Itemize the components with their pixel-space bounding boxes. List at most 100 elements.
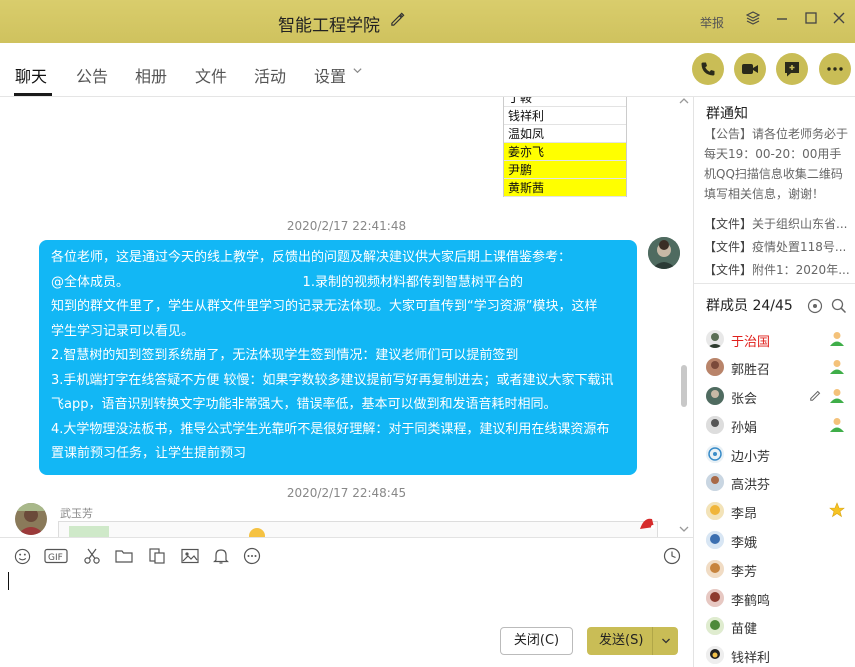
send-options-chevron-icon[interactable]: [652, 627, 678, 655]
member-name: 李芳: [731, 565, 758, 580]
tab-album[interactable]: 相册: [135, 63, 167, 87]
tab-announcements[interactable]: 公告: [76, 63, 108, 87]
spreadsheet-image[interactable]: 丁鞍 钱祥利 温如凤 姜亦飞 尹鹏 黄斯茜: [503, 97, 627, 197]
file-name: 附件1：2020年...: [752, 263, 850, 277]
report-link[interactable]: 举报: [700, 14, 724, 31]
file-tag: 【文件】: [704, 263, 753, 277]
message-line: @全体成员。 1.录制的视频材料都传到智慧树平台的: [51, 274, 523, 290]
admin-icon: [829, 387, 845, 403]
message-timestamp: 2020/2/17 22:48:45: [286, 486, 407, 500]
send-button-label: 发送(S): [599, 633, 644, 648]
video-call-button[interactable]: [734, 53, 766, 85]
edit-title-icon[interactable]: [390, 12, 405, 31]
member-item[interactable]: 李鹤鸣: [706, 587, 851, 611]
member-name: 李娥: [731, 536, 758, 551]
message-line: 飞app，语音识别转换文字功能非常强大，错误率低，基本可以做到和发语音耗时相同。: [51, 397, 557, 412]
bell-icon[interactable]: [211, 546, 231, 566]
member-item[interactable]: 张会: [706, 385, 851, 409]
member-item[interactable]: 李娥: [706, 529, 851, 553]
star-icon: [829, 502, 845, 518]
member-item[interactable]: 于治国: [706, 328, 851, 352]
group-chat-button[interactable]: [776, 53, 808, 85]
member-item[interactable]: 边小芳: [706, 443, 851, 467]
more-dots-icon: [827, 67, 843, 71]
active-tab-indicator: [14, 93, 52, 96]
notice-file-item[interactable]: 【文件】附件1：2020年...: [704, 261, 852, 278]
right-panel: 群通知 【公告】请各位老师务必于每天19：00-20：00用手机QQ扫描信息收集…: [694, 97, 855, 667]
santa-hat-icon: [638, 515, 656, 535]
sheet-row: 姜亦飞: [504, 143, 626, 161]
chat-scrollbar[interactable]: [681, 365, 687, 407]
expand-chevron-icon[interactable]: [678, 523, 690, 537]
member-name: 李鹤鸣: [731, 594, 771, 609]
folder-icon[interactable]: [114, 546, 134, 566]
member-settings-icon[interactable]: [807, 298, 823, 318]
maximize-icon[interactable]: [801, 10, 821, 29]
member-name: 于治国: [731, 335, 771, 350]
member-avatar: [706, 330, 724, 348]
settings-chevron-down-icon[interactable]: [352, 65, 363, 80]
notice-file-item[interactable]: 【文件】关于组织山东省...: [704, 215, 852, 232]
phone-icon: [701, 62, 715, 76]
image-message[interactable]: [58, 521, 658, 537]
close-window-icon[interactable]: [829, 10, 849, 29]
member-count: 群成员 24/45: [706, 298, 793, 314]
edit-pencil-icon[interactable]: [809, 388, 823, 406]
close-button[interactable]: 关闭(C): [500, 627, 573, 655]
screen-share-icon[interactable]: [147, 546, 167, 566]
message-line: 3.手机端打字在线答疑不方便 较慢：如果字数较多建议提前写好再复制进去；或者建议…: [51, 372, 614, 388]
member-name: 苗健: [731, 622, 758, 637]
title-bar: 智能工程学院 举报: [0, 0, 855, 43]
scissors-icon[interactable]: [82, 546, 102, 566]
file-tag: 【文件】: [704, 217, 753, 231]
member-name: 郭胜召: [731, 363, 771, 378]
history-clock-icon[interactable]: [662, 546, 682, 566]
tab-chat[interactable]: 聊天: [15, 63, 47, 87]
more-tools-icon[interactable]: [242, 546, 262, 566]
member-search-icon[interactable]: [831, 298, 847, 318]
member-item[interactable]: 高洪芬: [706, 471, 851, 495]
tab-files[interactable]: 文件: [195, 63, 227, 87]
sheet-row: 丁鞍: [504, 97, 626, 107]
chat-area[interactable]: 丁鞍 钱祥利 温如凤 姜亦飞 尹鹏 黄斯茜 2020/2/17 22:41:48…: [0, 97, 693, 537]
more-button[interactable]: [819, 53, 851, 85]
notice-file-item[interactable]: 【文件】疫情处置118号...: [704, 238, 852, 255]
sheet-row: 尹鹏: [504, 161, 626, 179]
avatar[interactable]: [648, 237, 680, 269]
emoji-icon[interactable]: [12, 546, 32, 566]
file-name: 关于组织山东省...: [752, 217, 848, 231]
window-title: 智能工程学院: [278, 16, 380, 36]
voice-call-button[interactable]: [692, 53, 724, 85]
member-item[interactable]: 李芳: [706, 558, 851, 582]
admin-icon: [829, 358, 845, 374]
file-tag: 【文件】: [704, 240, 753, 254]
member-item[interactable]: 钱祥利: [706, 644, 851, 667]
member-name: 边小芳: [731, 450, 771, 465]
member-avatar: [706, 473, 724, 491]
video-camera-icon: [742, 64, 758, 74]
tab-settings[interactable]: 设置: [314, 63, 346, 87]
message-line: 知到的群文件里了，学生从群文件里学习的记录无法体现。大家可直传到“学习资源”模块…: [51, 299, 598, 314]
avatar[interactable]: [15, 503, 47, 535]
member-item[interactable]: 孙娟: [706, 414, 851, 438]
image-icon[interactable]: [180, 546, 200, 566]
group-notice-text[interactable]: 【公告】请各位老师务必于每天19：00-20：00用手机QQ扫描信息收集二维码填…: [704, 124, 850, 204]
member-item[interactable]: 苗健: [706, 615, 851, 639]
admin-icon: [829, 416, 845, 432]
collapse-chevron-icon[interactable]: [678, 97, 690, 110]
skin-icon[interactable]: [743, 10, 763, 29]
tab-activities[interactable]: 活动: [254, 63, 286, 87]
text-caret: [8, 572, 9, 590]
member-name: 孙娟: [731, 421, 758, 436]
message-line: 置课前预习任务，让学生提前预习: [51, 446, 247, 461]
gif-icon[interactable]: GIF: [44, 546, 68, 566]
minimize-icon[interactable]: [772, 10, 792, 29]
message-bubble[interactable]: 各位老师，这是通过今天的线上教学，反馈出的问题及解决建议供大家后期上课借鉴参考：…: [39, 240, 637, 475]
member-item[interactable]: 李昂: [706, 500, 851, 524]
send-button[interactable]: 发送(S): [587, 627, 678, 655]
member-avatar: [706, 646, 724, 664]
member-item[interactable]: 郭胜召: [706, 356, 851, 380]
member-avatar: [706, 560, 724, 578]
panel-separator: [694, 283, 855, 284]
input-area[interactable]: GIF 关闭(C) 发送(S): [0, 537, 693, 667]
